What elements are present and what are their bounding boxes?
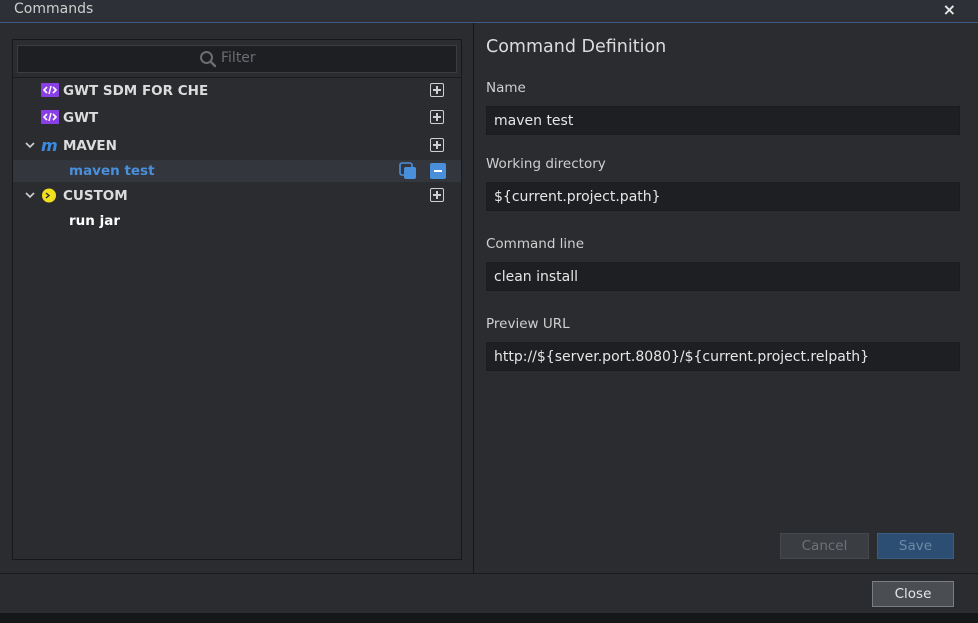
- commands-tree-panel: GWT SDM FOR CHE GWT m MAVEN: [12, 39, 462, 560]
- tree-node-label: MAVEN: [63, 138, 117, 154]
- command-line-field[interactable]: [486, 262, 960, 291]
- tree-node-gwt-sdm[interactable]: GWT SDM FOR CHE: [13, 80, 461, 102]
- dialog-footer: Close: [0, 573, 978, 614]
- gwt-icon: [41, 110, 59, 124]
- chevron-down-icon[interactable]: [24, 189, 36, 201]
- panel-divider: [473, 23, 474, 573]
- tree-item-maven-test[interactable]: maven test: [13, 160, 461, 182]
- add-command-button[interactable]: [430, 188, 444, 202]
- tree-item-label: maven test: [69, 163, 155, 179]
- save-button[interactable]: Save: [877, 533, 954, 559]
- duplicate-icon[interactable]: [399, 162, 417, 180]
- maven-icon: m: [41, 138, 58, 153]
- dialog-body: GWT SDM FOR CHE GWT m MAVEN: [0, 23, 978, 573]
- command-line-label: Command line: [486, 236, 585, 252]
- dialog-title: Commands: [14, 1, 94, 17]
- tree-separator: [13, 77, 461, 78]
- tree-item-label: run jar: [69, 213, 120, 229]
- working-directory-field[interactable]: [486, 182, 960, 211]
- preview-url-label: Preview URL: [486, 316, 570, 332]
- add-command-button[interactable]: [430, 83, 444, 97]
- add-command-button[interactable]: [430, 138, 444, 152]
- svg-text:m: m: [41, 138, 58, 153]
- tree-node-gwt[interactable]: GWT: [13, 107, 461, 129]
- close-icon[interactable]: ×: [943, 1, 956, 19]
- tree-node-label: GWT: [63, 110, 99, 126]
- working-directory-label: Working directory: [486, 156, 606, 172]
- terminal-icon: [42, 188, 56, 203]
- name-field[interactable]: [486, 106, 960, 135]
- tree-item-run-jar[interactable]: run jar: [13, 210, 461, 232]
- search-icon: [200, 51, 217, 68]
- tree-node-label: CUSTOM: [63, 188, 128, 204]
- preview-url-field[interactable]: [486, 342, 960, 371]
- chevron-down-icon[interactable]: [24, 139, 36, 151]
- filter-box: [17, 45, 457, 73]
- gwt-icon: [41, 83, 59, 97]
- tree-node-custom[interactable]: CUSTOM: [13, 185, 461, 207]
- close-button[interactable]: Close: [872, 581, 954, 607]
- command-definition-panel: Command Definition Name Working director…: [486, 23, 964, 573]
- tree-node-maven[interactable]: m MAVEN: [13, 135, 461, 157]
- name-label: Name: [486, 80, 526, 96]
- remove-command-button[interactable]: [430, 163, 446, 179]
- dialog-titlebar: Commands ×: [0, 0, 978, 23]
- add-command-button[interactable]: [430, 110, 444, 124]
- tree-node-label: GWT SDM FOR CHE: [63, 83, 209, 99]
- bottom-strip: [0, 613, 978, 623]
- filter-input[interactable]: [221, 48, 441, 68]
- cancel-button[interactable]: Cancel: [780, 533, 869, 559]
- section-title: Command Definition: [486, 37, 667, 57]
